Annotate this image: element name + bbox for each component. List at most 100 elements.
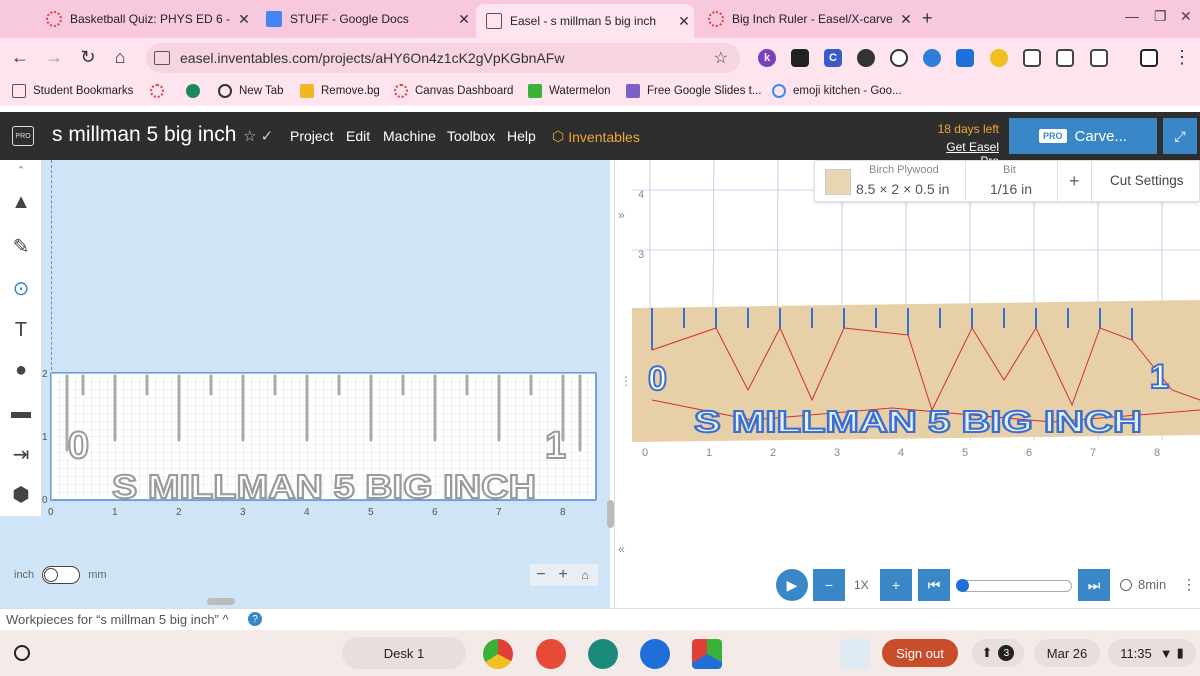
expand-preview-icon[interactable]: » <box>618 208 625 222</box>
slower-button[interactable]: − <box>813 569 845 601</box>
rewind-icon[interactable]: ⏮ <box>918 569 950 601</box>
vertical-scrollbar[interactable] <box>607 500 614 528</box>
back-icon[interactable]: ← <box>8 47 32 68</box>
close-icon[interactable]: ✕ <box>454 11 474 28</box>
extension-c-icon[interactable]: C <box>824 49 842 67</box>
new-tab-icon[interactable]: + <box>922 8 933 29</box>
date-pill[interactable]: Mar 26 <box>1034 639 1100 667</box>
cut-settings-button[interactable]: Cut Settings <box>1110 173 1184 188</box>
material-name[interactable]: Birch Plywood <box>869 164 939 176</box>
play-store-icon[interactable] <box>692 639 722 669</box>
close-icon[interactable]: ✕ <box>674 13 694 30</box>
extension-puzzle-icon[interactable] <box>857 49 875 67</box>
camera-icon[interactable] <box>640 639 670 669</box>
import-icon[interactable]: ⇥ <box>0 434 42 474</box>
text-icon[interactable]: T <box>0 310 42 350</box>
apple-icon[interactable]: ● <box>0 350 42 390</box>
pen-icon[interactable]: ✎ <box>0 226 42 266</box>
canvas-app-icon[interactable] <box>536 639 566 669</box>
site-info-icon[interactable] <box>154 51 170 65</box>
bookmark-star-icon[interactable]: ☆ <box>714 48 728 68</box>
home-view-icon[interactable]: ⌂ <box>574 568 596 582</box>
bit-value[interactable]: 1/16 in <box>990 181 1032 197</box>
material-size[interactable]: 8.5 × 2 × 0.5 in <box>856 181 949 197</box>
horizontal-scrollbar[interactable] <box>207 598 235 605</box>
chrome-icon[interactable] <box>483 639 513 669</box>
menu-kebab-icon[interactable]: ⋮ <box>1170 47 1194 68</box>
side-panel-icon[interactable] <box>1140 49 1158 67</box>
bookmark-removebg[interactable]: Remove.bg <box>300 84 380 98</box>
holding-space-icon[interactable] <box>840 639 870 669</box>
extensions-puzzle-icon[interactable] <box>1090 49 1108 67</box>
restore-icon[interactable]: ❐ <box>1154 8 1167 25</box>
workpieces-label[interactable]: Workpieces for “s millman 5 big inch” ^ <box>6 612 229 627</box>
skip-end-icon[interactable]: ⏭ <box>1078 569 1110 601</box>
add-bit-button[interactable]: + <box>1069 171 1080 192</box>
ruler-one-label[interactable]: 1 <box>544 424 567 468</box>
classroom-icon[interactable] <box>588 639 618 669</box>
help-icon[interactable]: ? <box>248 612 262 626</box>
close-icon[interactable]: ✕ <box>896 11 916 28</box>
project-title[interactable]: s millman 5 big inch <box>52 123 236 147</box>
tab-stuff-docs[interactable]: STUFF - Google Docs ✕ <box>256 4 474 34</box>
notifications-pill[interactable]: ⬆ 3 <box>972 639 1024 667</box>
tab-big-inch-ruler[interactable]: Big Inch Ruler - Easel/X-carve ✕ <box>698 4 916 34</box>
bookmark-chat[interactable] <box>186 84 207 98</box>
ruler-zero-label[interactable]: 0 <box>67 424 90 468</box>
zoom-in-button[interactable]: + <box>552 566 574 584</box>
tab-basketball-quiz[interactable]: Basketball Quiz: PHYS ED 6 - 12 ✕ <box>36 4 254 34</box>
target-icon[interactable]: ⊙ <box>0 268 42 308</box>
cube-icon[interactable]: ⬢ <box>0 474 42 514</box>
panel-drag-handle[interactable]: ⋮ <box>620 374 632 388</box>
shield-check-icon[interactable] <box>1056 49 1074 67</box>
menu-help[interactable]: Help <box>507 128 536 144</box>
menu-toolbox[interactable]: Toolbox <box>447 128 495 144</box>
close-icon[interactable]: ✕ <box>234 11 254 28</box>
forward-icon[interactable]: → <box>42 47 66 68</box>
unit-switch[interactable] <box>42 566 81 584</box>
faster-button[interactable]: + <box>880 569 912 601</box>
zoom-out-button[interactable]: − <box>530 566 552 584</box>
bookmark-new-tab[interactable]: New Tab <box>218 84 284 98</box>
carve-button[interactable]: PRO Carve... <box>1009 118 1157 154</box>
tab-easel[interactable]: Easel - s millman 5 big inch ✕ <box>476 4 694 38</box>
status-tray[interactable]: 11:35 ▼ ▮ <box>1108 639 1196 667</box>
bookmark-watermelon[interactable]: Watermelon <box>528 84 611 98</box>
extension-blue-icon[interactable] <box>923 49 941 67</box>
menu-machine[interactable]: Machine <box>383 128 436 144</box>
address-bar[interactable]: easel.inventables.com/projects/aHY6On4z1… <box>146 43 740 73</box>
playback-timeline[interactable] <box>956 579 1072 592</box>
bookmark-student-bookmarks[interactable]: Student Bookmarks <box>12 84 133 98</box>
shield-icon[interactable] <box>1023 49 1041 67</box>
fullscreen-icon[interactable]: ⤢ <box>1163 118 1197 154</box>
ruler-engraved-text[interactable]: S MILLMAN 5 BIG INCH <box>111 467 537 506</box>
shapes-icon[interactable]: ▲ <box>0 182 42 222</box>
home-icon[interactable]: ⌂ <box>108 47 132 68</box>
play-icon[interactable]: ▶ <box>776 569 808 601</box>
extension-yellow-icon[interactable] <box>990 49 1008 67</box>
extension-target-icon[interactable] <box>890 49 908 67</box>
material-swatch[interactable] <box>825 169 851 195</box>
extension-screen-icon[interactable] <box>791 49 809 67</box>
unit-toggle[interactable]: inch mm <box>14 566 107 584</box>
collapse-preview-icon[interactable]: « <box>618 542 625 556</box>
bookmark-red-circle[interactable] <box>150 84 171 98</box>
sign-out-button[interactable]: Sign out <box>882 639 958 667</box>
extension-k-icon[interactable]: k <box>758 49 776 67</box>
desk-switcher[interactable]: Desk 1 <box>342 637 466 669</box>
favorite-star-icon[interactable]: ☆ ✓ <box>243 127 273 145</box>
minimize-icon[interactable]: — <box>1125 8 1139 24</box>
more-options-icon[interactable]: ⋮ <box>1182 576 1196 593</box>
lego-icon[interactable]: ▬ <box>0 392 42 432</box>
reload-icon[interactable]: ↻ <box>76 47 100 68</box>
bookmark-free-google-slides[interactable]: Free Google Slides t... <box>626 84 761 98</box>
close-window-icon[interactable]: ✕ <box>1180 8 1192 25</box>
launcher-icon[interactable] <box>14 645 30 661</box>
inventables-link[interactable]: ⬡ Inventables <box>552 128 640 145</box>
extension-trash-icon[interactable] <box>956 49 974 67</box>
bookmark-canvas-dashboard[interactable]: Canvas Dashboard <box>394 84 513 98</box>
bookmark-emoji-kitchen[interactable]: emoji kitchen - Goo... <box>772 84 902 98</box>
menu-edit[interactable]: Edit <box>346 128 370 144</box>
menu-project[interactable]: Project <box>290 128 334 144</box>
workpieces-bar[interactable]: Workpieces for “s millman 5 big inch” ^ … <box>0 608 1200 630</box>
